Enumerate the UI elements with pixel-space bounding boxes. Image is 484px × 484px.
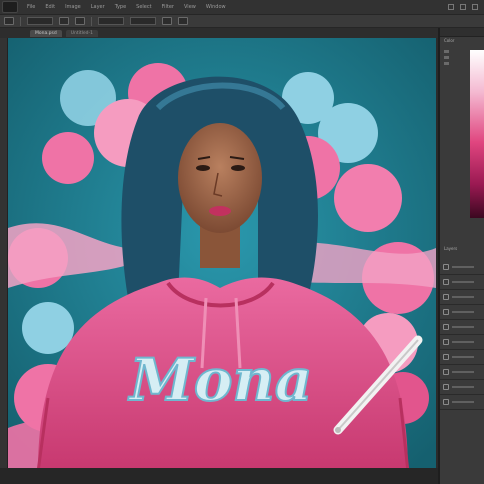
layers-list <box>440 260 484 410</box>
layer-visibility-icon[interactable] <box>443 369 449 375</box>
layer-row[interactable] <box>440 320 484 335</box>
layer-row[interactable] <box>440 380 484 395</box>
layer-visibility-icon[interactable] <box>443 384 449 390</box>
history-icon[interactable] <box>444 62 449 65</box>
menu-type[interactable]: Type <box>110 4 131 10</box>
tool-preset-button[interactable] <box>4 17 14 25</box>
layer-visibility-icon[interactable] <box>443 339 449 345</box>
artwork: Mona <box>8 38 436 472</box>
menu-filter[interactable]: Filter <box>157 4 179 10</box>
options-bar <box>0 14 484 28</box>
mode-button[interactable] <box>75 17 85 25</box>
brush-size-field[interactable] <box>27 17 53 25</box>
divider <box>20 16 21 26</box>
opacity-field[interactable] <box>98 17 124 25</box>
minimize-icon[interactable] <box>448 4 454 10</box>
layer-visibility-icon[interactable] <box>443 324 449 330</box>
color-spectrum-slider[interactable] <box>470 50 484 218</box>
layer-row[interactable] <box>440 305 484 320</box>
tab-document[interactable]: Untitled-1 <box>65 29 99 37</box>
layer-visibility-icon[interactable] <box>443 399 449 405</box>
layer-row[interactable] <box>440 350 484 365</box>
layer-visibility-icon[interactable] <box>443 279 449 285</box>
airbrush-toggle[interactable] <box>162 17 172 25</box>
ps-logo-icon[interactable] <box>2 1 18 13</box>
menu-layer[interactable]: Layer <box>86 4 110 10</box>
layer-visibility-icon[interactable] <box>443 354 449 360</box>
layer-row[interactable] <box>440 335 484 350</box>
layer-row[interactable] <box>440 275 484 290</box>
pressure-toggle[interactable] <box>178 17 188 25</box>
adjust-icon[interactable] <box>444 56 449 59</box>
layer-row[interactable] <box>440 290 484 305</box>
face <box>178 123 262 233</box>
maximize-icon[interactable] <box>460 4 466 10</box>
menu-select[interactable]: Select <box>131 4 156 10</box>
right-panel-dock: Color Layers <box>438 28 484 484</box>
menu-edit[interactable]: Edit <box>40 4 60 10</box>
panel-icons <box>444 50 449 65</box>
layers-panel-title: Layers <box>444 246 458 251</box>
layer-visibility-icon[interactable] <box>443 309 449 315</box>
menu-bar: File Edit Image Layer Type Select Filter… <box>0 0 484 14</box>
tab-document[interactable]: Mona.psd <box>30 29 62 37</box>
brush-icon[interactable] <box>444 50 449 53</box>
flow-field[interactable] <box>130 17 156 25</box>
document-tabs: Mona.psd Untitled-1 <box>0 28 438 38</box>
layer-visibility-icon[interactable] <box>443 294 449 300</box>
lips <box>209 206 231 216</box>
window-controls <box>448 4 484 10</box>
hoodie-lettering: Mona <box>128 346 313 414</box>
layer-row[interactable] <box>440 395 484 410</box>
menu-view[interactable]: View <box>179 4 201 10</box>
menu-image[interactable]: Image <box>60 4 86 10</box>
layer-visibility-icon[interactable] <box>443 264 449 270</box>
status-bar <box>0 468 440 484</box>
color-panel-title: Color <box>444 38 455 43</box>
layer-row[interactable] <box>440 260 484 275</box>
tools-panel[interactable] <box>0 38 8 472</box>
divider <box>91 16 92 26</box>
brush-settings-button[interactable] <box>59 17 69 25</box>
document-canvas[interactable]: Mona <box>8 38 436 472</box>
close-icon[interactable] <box>472 4 478 10</box>
menu-window[interactable]: Window <box>201 4 231 10</box>
menu-file[interactable]: File <box>22 4 40 10</box>
color-panel-header[interactable] <box>440 28 484 37</box>
layer-row[interactable] <box>440 365 484 380</box>
